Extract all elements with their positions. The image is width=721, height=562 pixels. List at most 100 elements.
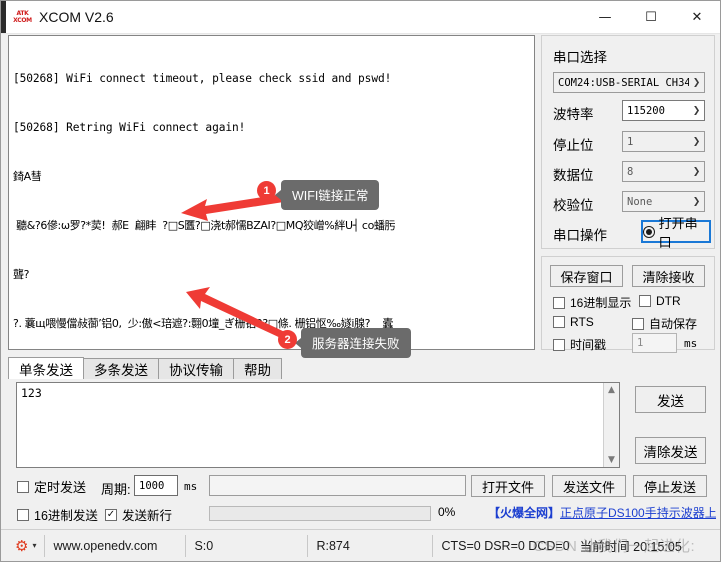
clear-receive-button[interactable]: 清除接收 (632, 265, 705, 287)
radio-on-icon (643, 225, 655, 238)
period-label: 周期: (101, 482, 131, 497)
port-select-dropdown[interactable]: COM24:USB-SERIAL CH34 ❯ (553, 72, 705, 93)
status-bar: ⚙ ▾ www.openedv.com S:0 R:874 CTS=0 DSR=… (1, 529, 720, 561)
dtr-checkbox[interactable]: DTR (639, 294, 681, 308)
maximize-icon[interactable]: ☐ (628, 1, 674, 33)
checkbox-box (639, 295, 651, 307)
app-logo-bottom-text: XCOM (13, 17, 32, 24)
annotation-callout-1: WIFI链接正常 (274, 180, 380, 210)
title-accent-bar (1, 1, 6, 33)
chevron-down-icon: ▾ (32, 541, 37, 550)
stop-bits-value: 1 (627, 135, 634, 148)
timestamp-interval-input[interactable]: 1 (632, 333, 677, 353)
checkbox-box (17, 480, 29, 493)
dtr-label: DTR (656, 294, 681, 308)
chevron-down-icon: ❯ (692, 136, 701, 147)
annotation-callout-2: 服务器连接失败 (295, 328, 411, 358)
parity-dropdown[interactable]: None ❯ (622, 191, 705, 212)
file-path-input[interactable] (209, 475, 466, 496)
receive-line: [50268] Retring WiFi connect again! (13, 120, 246, 134)
data-bits-label: 数据位 (553, 168, 594, 183)
ad-banner[interactable]: 【火爆全网】 正点原子DS100手持示波器上市 (488, 503, 716, 521)
period-input[interactable]: 1000 (134, 475, 178, 496)
send-newline-label: 发送新行 (122, 509, 173, 523)
tab-protocol-transfer[interactable]: 协议传输 (158, 358, 234, 379)
data-bits-value: 8 (627, 165, 634, 178)
checkbox-box (553, 296, 565, 309)
status-signals: CTS=0 DSR=0 DCD=0 (441, 538, 570, 553)
tab-help[interactable]: 帮助 (233, 358, 282, 379)
auto-save-label: 自动保存 (649, 317, 698, 331)
xcom-window: ATK XCOM XCOM V2.6 — ☐ ✕ [50268] WiFi co… (0, 0, 721, 562)
stop-send-button[interactable]: 停止发送 (633, 475, 707, 497)
checkbox-box (17, 508, 29, 521)
receive-line: 聾? (13, 267, 30, 281)
period-value: 1000 (139, 479, 165, 492)
rts-checkbox[interactable]: RTS (553, 315, 594, 329)
timed-send-checkbox[interactable]: 定时发送 (17, 477, 86, 496)
period-unit-label: ms (184, 480, 198, 493)
timestamp-checkbox[interactable]: 时间戳 (553, 336, 606, 353)
open-port-button[interactable]: 打开串口 (641, 216, 711, 250)
progress-percent-label: 0% (438, 505, 456, 519)
scroll-down-icon[interactable]: ▼ (608, 455, 615, 465)
checkbox-box (553, 338, 565, 351)
window-controls: — ☐ ✕ (582, 1, 720, 33)
send-text-value: 123 (21, 386, 42, 400)
minimize-icon[interactable]: — (582, 1, 628, 33)
settings-gear-button[interactable]: ⚙ ▾ (1, 534, 46, 557)
open-file-button[interactable]: 打开文件 (471, 475, 545, 497)
open-port-label: 打开串口 (658, 215, 698, 250)
hex-display-checkbox[interactable]: 16进制显示 (553, 294, 631, 311)
app-logo-icon: ATK XCOM (13, 9, 32, 26)
status-sent-count: S:0 (186, 534, 309, 557)
ad-link[interactable]: 正点原子DS100手持示波器上市 (560, 504, 716, 521)
gear-icon: ⚙ (15, 536, 29, 555)
checkbox-box: ✓ (105, 508, 117, 521)
status-website[interactable]: www.openedv.com (45, 534, 187, 557)
send-button[interactable]: 发送 (635, 386, 706, 413)
hex-send-checkbox[interactable]: 16进制发送 (17, 505, 98, 524)
send-file-button[interactable]: 发送文件 (552, 475, 626, 497)
send-newline-checkbox[interactable]: ✓ 发送新行 (105, 505, 172, 524)
hex-display-label: 16进制显示 (570, 296, 632, 310)
receive-line: ?. 蘘щ喂慢儅敊蓹’铝0, 少:傲<琣遮?:翾0墥_ぎ栅铝0?□條. 栅铝怄‰… (13, 316, 394, 330)
timestamp-interval-value: 1 (637, 337, 644, 349)
send-scrollbar[interactable]: ▲ ▼ (603, 383, 619, 467)
right-panel: 串口选择 COM24:USB-SERIAL CH34 ❯ 波特率 115200 … (541, 35, 715, 353)
parity-label: 校验位 (553, 198, 594, 213)
rts-label: RTS (570, 315, 594, 329)
baud-rate-label: 波特率 (553, 107, 594, 122)
save-window-button[interactable]: 保存窗口 (550, 265, 623, 287)
baud-rate-dropdown[interactable]: 115200 ❯ (622, 100, 705, 121)
window-title: XCOM V2.6 (39, 9, 114, 25)
tab-single-send[interactable]: 单条发送 (8, 357, 84, 379)
receive-line: [50268] WiFi connect timeout, please che… (13, 71, 392, 85)
stop-bits-label: 停止位 (553, 138, 594, 153)
auto-save-checkbox[interactable]: 自动保存 (632, 315, 697, 332)
close-icon[interactable]: ✕ (674, 1, 720, 33)
tab-multi-send[interactable]: 多条发送 (83, 358, 159, 379)
chevron-down-icon: ❯ (692, 196, 701, 207)
annotation-badge-1: 1 (257, 181, 276, 200)
data-bits-dropdown[interactable]: 8 ❯ (622, 161, 705, 182)
status-received-count: R:874 (308, 534, 434, 557)
serial-operation-label: 串口操作 (553, 228, 607, 243)
timed-send-label: 定时发送 (34, 480, 87, 495)
clear-send-button[interactable]: 清除发送 (635, 437, 706, 464)
chevron-down-icon: ❯ (692, 166, 701, 177)
annotation-badge-2: 2 (278, 330, 297, 349)
port-select-value: COM24:USB-SERIAL CH34 (558, 76, 689, 89)
stop-bits-dropdown[interactable]: 1 ❯ (622, 131, 705, 152)
send-input-area[interactable]: 123 ▲ ▼ (16, 382, 620, 468)
hex-send-label: 16进制发送 (34, 509, 98, 523)
status-current-time: 当前时间 20:15:05 (579, 540, 682, 554)
scroll-up-icon[interactable]: ▲ (608, 385, 615, 395)
timestamp-label: 时间戳 (570, 338, 607, 352)
send-progress-bar (209, 506, 431, 521)
ad-prefix: 【火爆全网】 (488, 505, 561, 520)
parity-value: None (627, 195, 653, 208)
title-bar: ATK XCOM XCOM V2.6 — ☐ ✕ (1, 1, 720, 34)
port-select-label: 串口选择 (553, 50, 607, 65)
baud-rate-value: 115200 (627, 104, 665, 117)
